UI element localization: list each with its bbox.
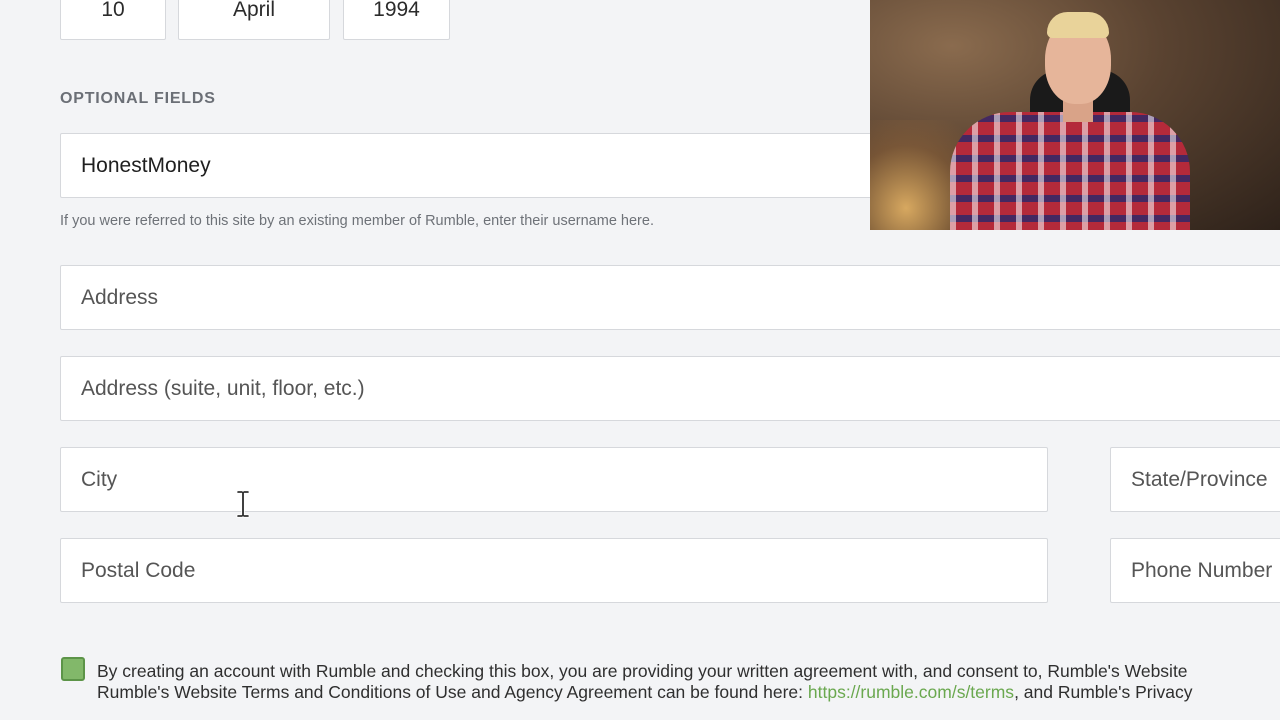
address-line2-placeholder: Address (suite, unit, floor, etc.)	[81, 376, 365, 400]
state-province-placeholder: State/Province	[1131, 467, 1268, 491]
birth-month-select[interactable]: April	[178, 0, 330, 40]
address-input[interactable]: Address	[60, 265, 1280, 330]
birth-year-select[interactable]: 1994	[343, 0, 450, 40]
consent-line-2-end: , and Rumble's Privacy	[1014, 682, 1193, 702]
consent-checkbox[interactable]	[61, 657, 85, 681]
city-input[interactable]: City	[60, 447, 1048, 512]
birth-year-value: 1994	[373, 0, 420, 21]
consent-text: By creating an account with Rumble and c…	[97, 661, 1280, 703]
birth-day-select[interactable]: 10	[60, 0, 166, 40]
referral-helper-text: If you were referred to this site by an …	[60, 213, 654, 229]
consent-line-2: Rumble's Website Terms and Conditions of…	[97, 682, 1280, 703]
webcam-overlay	[870, 0, 1280, 230]
consent-line-1: By creating an account with Rumble and c…	[97, 661, 1188, 681]
birth-month-value: April	[232, 0, 275, 21]
state-province-input[interactable]: State/Province	[1110, 447, 1280, 512]
referral-username-value: HonestMoney	[81, 153, 211, 177]
optional-fields-label: OPTIONAL FIELDS	[60, 90, 216, 107]
birth-day-value: 10	[101, 0, 125, 21]
phone-number-input[interactable]: Phone Number	[1110, 538, 1280, 603]
city-placeholder: City	[81, 467, 118, 491]
terms-link[interactable]: https://rumble.com/s/terms	[808, 682, 1014, 702]
webcam-presenter-hair	[1047, 12, 1109, 38]
address-line2-input[interactable]: Address (suite, unit, floor, etc.)	[60, 356, 1280, 421]
signup-form-page: 10 April 1994 OPTIONAL FIELDS HonestMone…	[0, 0, 1280, 720]
text-cursor-icon	[236, 490, 250, 518]
consent-line-2-start: Rumble's Website Terms and Conditions of…	[97, 682, 808, 702]
address-placeholder: Address	[81, 285, 159, 309]
postal-code-placeholder: Postal Code	[81, 558, 196, 582]
postal-code-input[interactable]: Postal Code	[60, 538, 1048, 603]
phone-number-placeholder: Phone Number	[1131, 558, 1273, 582]
webcam-presenter-shirt	[950, 112, 1190, 230]
